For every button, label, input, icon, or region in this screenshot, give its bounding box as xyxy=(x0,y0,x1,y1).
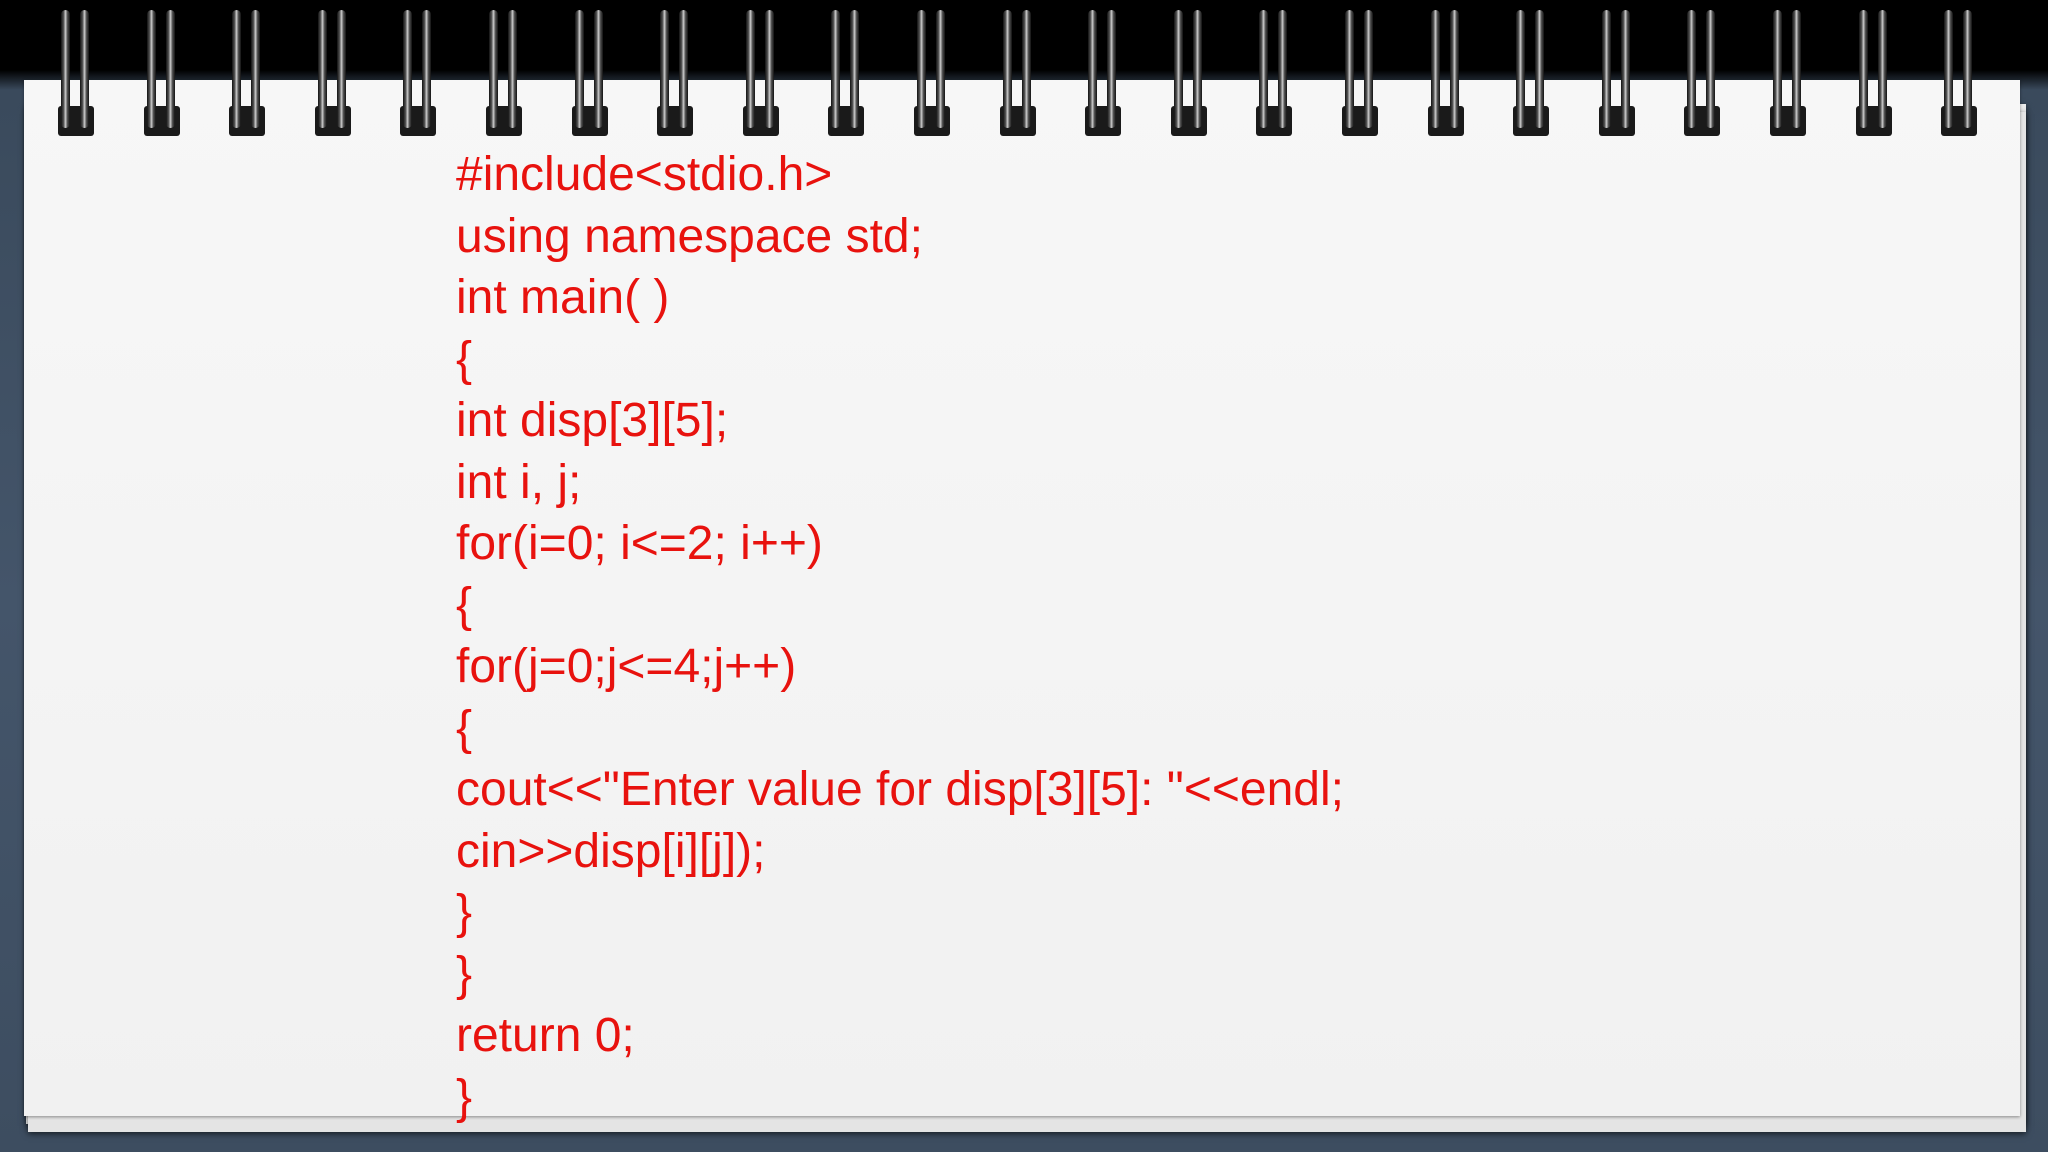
code-line: #include<stdio.h> xyxy=(456,148,833,201)
code-line: int main( ) xyxy=(456,271,670,324)
code-line: { xyxy=(456,701,473,755)
spiral-ring-icon xyxy=(1509,10,1553,136)
spiral-ring-icon xyxy=(1081,10,1125,136)
spiral-ring-icon xyxy=(225,10,269,136)
code-line: cin>>disp[i][j]); xyxy=(456,824,766,878)
spiral-ring-icon xyxy=(396,10,440,136)
code-line: for(i=0; i<=2; i++) xyxy=(456,517,823,570)
code-line: using namespace std; xyxy=(456,209,923,263)
spiral-ring-icon xyxy=(1167,10,1211,136)
spiral-ring-icon xyxy=(568,10,612,136)
spiral-ring-icon xyxy=(482,10,526,136)
spiral-ring-icon xyxy=(739,10,783,136)
spiral-ring-icon xyxy=(1252,10,1296,136)
spiral-ring-icon xyxy=(653,10,697,136)
spiral-ring-icon xyxy=(1595,10,1639,136)
spiral-ring-icon xyxy=(311,10,355,136)
code-line: return 0; xyxy=(456,1009,635,1062)
code-line: int i, j; xyxy=(456,455,582,509)
code-line: } xyxy=(456,1070,473,1124)
spiral-ring-icon xyxy=(996,10,1040,136)
code-line: } xyxy=(456,947,473,1001)
spiral-ring-icon xyxy=(824,10,868,136)
spiral-ring-icon xyxy=(1937,10,1981,136)
code-line: cout<<"Enter value for disp[3][5]: "<<en… xyxy=(456,763,1344,816)
spiral-ring-icon xyxy=(54,10,98,136)
code-line: } xyxy=(456,886,473,939)
code-line: for(j=0;j<=4;j++) xyxy=(456,640,797,693)
code-line: { xyxy=(456,332,473,386)
code-line: int disp[3][5]; xyxy=(456,394,729,447)
spiral-ring-icon xyxy=(1766,10,1810,136)
spiral-ring-icon xyxy=(1338,10,1382,136)
spiral-ring-icon xyxy=(910,10,954,136)
spiral-ring-icon xyxy=(140,10,184,136)
spiral-ring-icon xyxy=(1852,10,1896,136)
spiral-ring-icon xyxy=(1680,10,1724,136)
code-line: { xyxy=(456,578,473,632)
code-listing: #include<stdio.h> using namespace std; i… xyxy=(456,144,1344,1128)
spiral-ring-icon xyxy=(1424,10,1468,136)
spiral-binding xyxy=(0,0,2048,140)
